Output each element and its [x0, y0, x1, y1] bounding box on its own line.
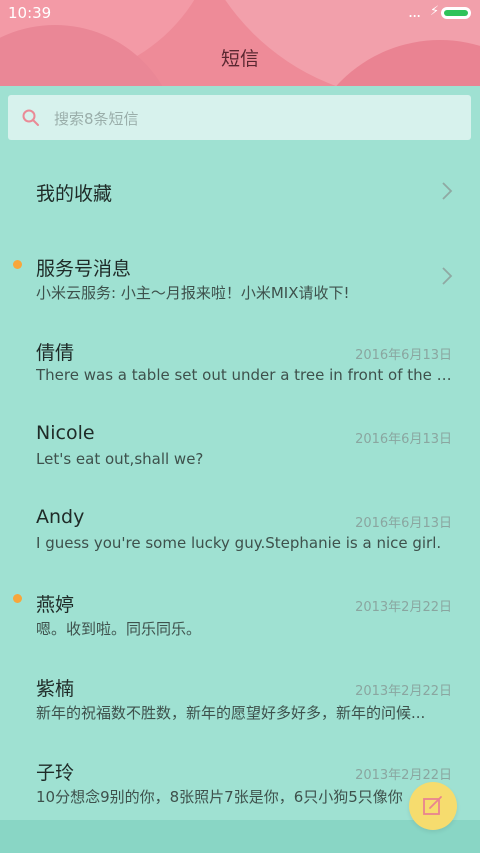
- search-icon: [22, 109, 39, 126]
- conversation-row[interactable]: Andy 2016年6月13日 I guess you're some luck…: [0, 486, 480, 570]
- message-preview: 10分想念9别的你，8张照片7张是你，6只小狗5只像你: [36, 788, 403, 806]
- message-preview: 嗯。收到啦。同乐同乐。: [36, 620, 202, 638]
- signal-dots-icon: ...: [408, 2, 421, 21]
- contact-name: Andy: [36, 506, 85, 528]
- favorites-row[interactable]: 我的收藏: [0, 148, 480, 234]
- conversation-row[interactable]: 燕婷 2013年2月22日 嗯。收到啦。同乐同乐。: [0, 570, 480, 654]
- message-preview: 小米云服务: 小主～月报来啦！小米MIX请收下!: [36, 284, 350, 302]
- message-date: 2013年2月22日: [355, 600, 452, 615]
- conversation-row[interactable]: Nicole 2016年6月13日 Let's eat out,shall we…: [0, 402, 480, 486]
- chevron-right-icon: [442, 182, 453, 200]
- battery-icon: [441, 7, 471, 19]
- conversation-row[interactable]: 紫楠 2013年2月22日 新年的祝福数不胜数，新年的愿望好多好多，新年的问候.…: [0, 654, 480, 738]
- contact-name: 子玲: [36, 762, 75, 784]
- conversation-row[interactable]: 子玲 2013年2月22日 10分想念9别的你，8张照片7张是你，6只小狗5只像…: [0, 738, 480, 822]
- compose-button[interactable]: [409, 782, 457, 830]
- app-header: 10:39 ... ⚡ 短信: [0, 0, 480, 86]
- conversation-row[interactable]: 服务号消息 小米云服务: 小主～月报来啦！小米MIX请收下!: [0, 234, 480, 318]
- message-date: 2016年6月13日: [355, 516, 452, 531]
- charging-icon: ⚡: [430, 4, 440, 19]
- message-date: 2016年6月13日: [355, 432, 452, 447]
- page-title: 短信: [220, 48, 259, 70]
- bottom-bar: [0, 820, 480, 853]
- message-preview: 新年的祝福数不胜数，新年的愿望好多好多，新年的问候...: [36, 704, 426, 722]
- contact-name: 燕婷: [36, 594, 75, 616]
- conversation-row[interactable]: 倩倩 2016年6月13日 There was a table set out …: [0, 318, 480, 402]
- contact-name: 倩倩: [36, 342, 75, 364]
- contact-name: 服务号消息: [36, 258, 132, 280]
- message-preview: I guess you're some lucky guy.Stephanie …: [36, 534, 442, 552]
- message-date: 2013年2月22日: [355, 768, 452, 783]
- status-bar: 10:39 ... ⚡: [0, 0, 480, 28]
- unread-dot: [13, 594, 22, 603]
- message-preview: There was a table set out under a tree i…: [36, 366, 452, 384]
- message-date: 2016年6月13日: [355, 348, 452, 363]
- unread-dot: [13, 260, 22, 269]
- message-preview: Let's eat out,shall we?: [36, 450, 204, 468]
- contact-name: Nicole: [36, 422, 95, 444]
- status-time: 10:39: [8, 4, 52, 22]
- compose-icon: [423, 796, 442, 815]
- contact-name: 紫楠: [36, 678, 75, 700]
- favorites-label: 我的收藏: [36, 183, 113, 205]
- conversation-list: 我的收藏 服务号消息 小米云服务: 小主～月报来啦！小米MIX请收下! 倩倩 2…: [0, 148, 480, 822]
- message-date: 2013年2月22日: [355, 684, 452, 699]
- chevron-right-icon: [442, 267, 453, 285]
- search-input[interactable]: 搜索8条短信: [54, 108, 139, 129]
- search-bar[interactable]: 搜索8条短信: [8, 95, 471, 140]
